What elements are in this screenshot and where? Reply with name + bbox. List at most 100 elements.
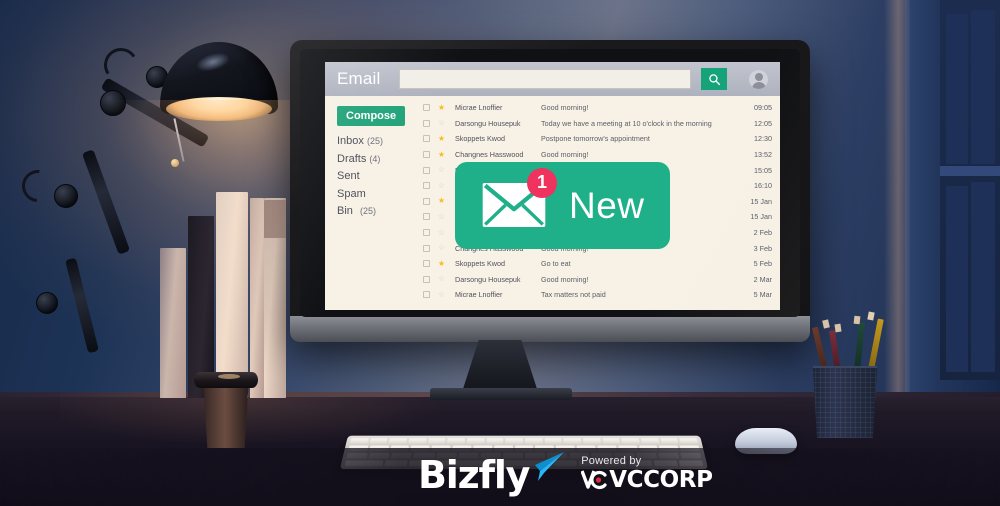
email-row[interactable]: ★ Micrae Lnoffier Good morning! 09:05 <box>421 100 780 116</box>
sidebar-item-drafts[interactable]: Drafts (4) <box>337 153 421 165</box>
email-time: 16:10 <box>754 181 772 191</box>
email-subject: Good morning! <box>541 274 589 284</box>
compose-button[interactable]: Compose <box>337 106 406 126</box>
email-time: 15 Jan <box>750 212 772 222</box>
email-time: 2 Feb <box>753 228 772 238</box>
sidebar-item-inbox[interactable]: Inbox (25) <box>337 135 421 147</box>
sidebar-count-bin: (25) <box>359 206 376 216</box>
email-time: 5 Mar <box>753 290 772 300</box>
email-subject: Go to eat <box>541 259 571 269</box>
monitor-screen-frame: Email Compose Inbox (25) Drafts (4) Sent… <box>300 49 800 317</box>
keyboard-row <box>349 438 699 444</box>
email-checkbox[interactable] <box>423 213 430 221</box>
sidebar: Compose Inbox (25) Drafts (4) Sent Spam <box>325 96 421 310</box>
email-checkbox[interactable] <box>423 104 430 112</box>
email-star-icon[interactable]: ★ <box>437 134 446 143</box>
email-star-icon[interactable]: ★ <box>437 150 446 159</box>
email-sender: Skoppets Kwod <box>455 134 505 144</box>
email-star-icon[interactable]: ☆ <box>437 166 446 174</box>
email-star-icon[interactable]: ☆ <box>437 228 446 237</box>
email-star-icon[interactable]: ☆ <box>437 212 446 221</box>
email-row[interactable]: ★ Skoppets Kwod Go to eat 5 Feb <box>421 256 780 272</box>
email-subject: Today we have a meeting at 10 o'clock in… <box>541 118 712 128</box>
email-time: 15 Jan <box>750 196 772 206</box>
email-sender: Micrae Lnoffier <box>455 103 503 113</box>
sidebar-label-sent: Sent <box>337 170 360 182</box>
vccorp-wordmark: VCCORP <box>581 468 713 492</box>
email-star-icon[interactable]: ☆ <box>437 181 446 190</box>
email-time: 09:05 <box>754 103 772 113</box>
email-time: 2 Mar <box>753 274 772 284</box>
email-checkbox[interactable] <box>423 244 430 252</box>
paper-plane-icon <box>531 452 565 482</box>
email-checkbox[interactable] <box>423 135 430 143</box>
email-row[interactable]: ☆ Darsongu Housepuk Today we have a meetin… <box>421 116 780 132</box>
email-time: 13:52 <box>754 150 772 160</box>
email-star-icon[interactable]: ☆ <box>437 244 446 252</box>
email-checkbox[interactable] <box>423 119 430 127</box>
email-sender: Skoppets Kwod <box>455 259 505 269</box>
wall-edge-glow <box>884 0 910 400</box>
email-time: 15:05 <box>754 165 772 175</box>
app-title: Email <box>337 69 381 88</box>
email-checkbox[interactable] <box>423 291 430 299</box>
email-subject: Good morning! <box>541 103 589 113</box>
sidebar-label-drafts: Drafts <box>337 152 367 165</box>
email-checkbox[interactable] <box>423 182 430 190</box>
email-star-icon[interactable]: ★ <box>437 103 446 112</box>
powered-by-block: Powered by VCCORP <box>581 455 713 492</box>
email-star-icon[interactable]: ☆ <box>437 275 446 283</box>
email-subject: Postpone tomorrow's appointment <box>541 134 650 144</box>
email-star-icon[interactable]: ★ <box>437 197 446 205</box>
wall-shelf-unit <box>940 0 1000 380</box>
search-button[interactable] <box>701 68 727 90</box>
sidebar-label-inbox: Inbox <box>337 135 364 147</box>
sidebar-count-drafts: (4) <box>369 153 381 164</box>
email-checkbox[interactable] <box>423 197 430 205</box>
email-sender: Darsongu Housepuk <box>455 118 521 128</box>
email-checkbox[interactable] <box>423 229 430 237</box>
vccorp-mark-icon <box>581 470 607 490</box>
user-avatar-icon[interactable] <box>749 69 768 89</box>
unread-count-badge: 1 <box>527 167 557 198</box>
email-row[interactable]: ★ Changnes Hasswood Good morning! 13:52 <box>421 147 780 163</box>
desk-scene: Email Compose Inbox (25) Drafts (4) Sent… <box>0 0 1000 506</box>
sidebar-item-bin[interactable]: Bin (25) <box>337 205 421 217</box>
email-subject: Good morning! <box>541 150 589 160</box>
app-header: Email <box>325 62 780 96</box>
branding-logo: Bizfly Powered by VCCORP <box>418 452 713 494</box>
shelf-divider <box>940 166 1000 176</box>
search-input[interactable] <box>398 69 691 89</box>
email-row[interactable]: ☆ Micrae Lnoffier Tax matters not paid 5 Ma… <box>421 287 780 303</box>
monitor-chin <box>290 316 810 342</box>
email-time: 3 Feb <box>753 243 772 253</box>
email-time: 5 Feb <box>753 259 772 269</box>
email-row[interactable]: ☆ Darsongu Housepuk Good morning! 2 Mar <box>421 272 780 288</box>
powered-by-label: Powered by <box>581 455 642 467</box>
search-icon <box>708 73 720 85</box>
lamp-bulb-mouth <box>166 97 272 121</box>
monitor-stand-base <box>430 388 572 400</box>
email-checkbox[interactable] <box>423 151 430 159</box>
sidebar-label-spam: Spam <box>337 187 366 200</box>
email-time: 12:05 <box>754 118 772 128</box>
email-star-icon[interactable]: ☆ <box>437 290 446 299</box>
email-subject: Tax matters not paid <box>541 290 606 300</box>
email-sender: Micrae Lnoffier <box>455 290 503 300</box>
sidebar-item-sent[interactable]: Sent <box>337 170 421 182</box>
email-checkbox[interactable] <box>423 275 430 283</box>
email-time: 12:30 <box>754 134 772 144</box>
email-checkbox[interactable] <box>423 166 430 174</box>
new-mail-banner[interactable]: 1 New <box>455 162 670 249</box>
new-banner-label: New <box>569 184 645 226</box>
email-star-icon[interactable]: ☆ <box>437 119 446 127</box>
lamp-pull-knob[interactable] <box>171 159 179 167</box>
sidebar-count-inbox: (25) <box>366 136 383 146</box>
email-row[interactable]: ★ Skoppets Kwod Postpone tomorrow's appoin… <box>421 131 780 147</box>
email-app-screen: Email Compose Inbox (25) Drafts (4) Sent… <box>325 62 780 310</box>
bizfly-wordmark: Bizfly <box>418 453 530 497</box>
email-star-icon[interactable]: ★ <box>437 259 446 268</box>
sidebar-item-spam[interactable]: Spam <box>337 188 421 200</box>
email-checkbox[interactable] <box>423 260 430 268</box>
envelope-badge-group: 1 <box>477 167 557 232</box>
